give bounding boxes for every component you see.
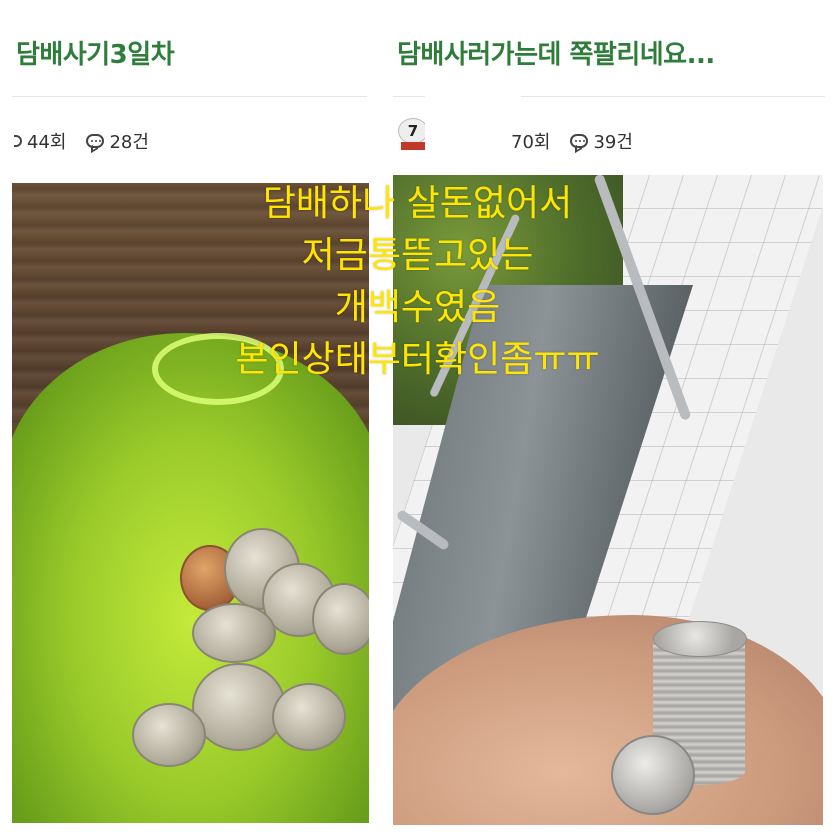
author-level: 7 [398,118,428,144]
post-meta: 44회 28건 [14,128,149,154]
comments-count: 28건 [109,132,149,153]
caption-line: 저금통뜯고있는 [301,235,534,276]
coin [611,735,695,815]
views-count: 44회 [27,132,67,153]
coin-stack-top [653,621,747,657]
caption-line: 담배하나 살돈없어서 [262,183,573,224]
caption-line: 개백수였음 [334,287,501,328]
comments-stat[interactable]: 28건 [86,128,149,154]
coin [192,603,276,663]
badge-ribbon [401,142,425,150]
post-meta: 70회 39건 [511,128,633,154]
author-name-mask [425,70,521,170]
overlay-caption: 담배하나 살돈없어서 저금통뜯고있는 개백수였음 본인상태부터확인좀ㅠㅠ [0,178,835,386]
comments-stat[interactable]: 39건 [570,128,633,154]
views-count: 70회 [511,132,551,153]
post-title[interactable]: 담배사기3일차 [16,34,367,71]
left-post-panel: 담배사기3일차 44회 28건 [0,0,377,835]
comment-bubble-icon [86,134,105,148]
coin [272,683,346,751]
post-title[interactable]: 담배사러가는데 쪽팔리네요... [397,34,825,71]
caption-line: 본인상태부터확인좀ㅠㅠ [235,339,600,380]
views-stat: 70회 [511,128,550,154]
views-stat: 44회 [14,128,66,154]
eye-icon [14,135,22,147]
comments-count: 39건 [593,132,633,153]
coin [132,703,206,767]
comment-bubble-icon [570,134,589,148]
title-divider [12,96,367,97]
coin [312,583,369,655]
coin [192,663,286,751]
